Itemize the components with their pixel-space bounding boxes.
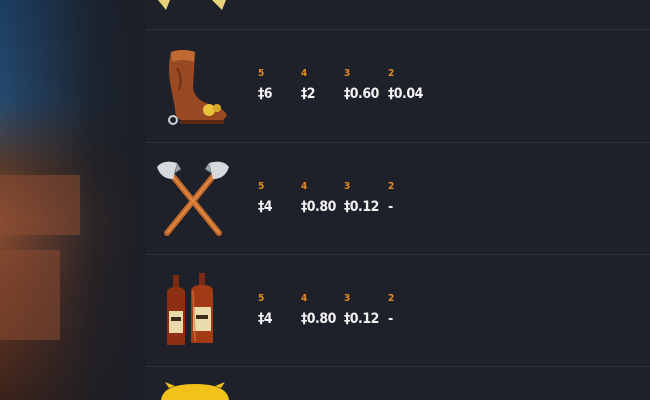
- pay-count: 2: [388, 293, 395, 304]
- canyon-rock: [0, 250, 60, 340]
- partial-symbol-top: [158, 0, 226, 10]
- paytable-row-bottles: 5 ‡4 4 ‡0.80 3 ‡0.12 2 -: [145, 255, 650, 367]
- payout-2: 2 -: [388, 293, 448, 327]
- whiskey-bottles-icon: [167, 273, 213, 345]
- payout-2: 2 -: [388, 181, 448, 215]
- pay-amount: ‡0.04: [388, 86, 423, 102]
- canyon-rock: [0, 175, 80, 235]
- row-divider: [145, 366, 650, 367]
- payout-2: 2 ‡0.04: [388, 68, 448, 102]
- cowboy-boot-icon: [168, 50, 227, 125]
- pay-amount: -: [388, 311, 393, 327]
- pay-count: 2: [388, 181, 395, 192]
- partial-symbol-bottom: [161, 382, 229, 400]
- pay-amount: -: [388, 199, 393, 215]
- paytable-row-axes: 5 ‡4 4 ‡0.80 3 ‡0.12 2 -: [145, 143, 650, 255]
- pay-count: 2: [388, 68, 395, 79]
- background-scenery: [0, 0, 145, 400]
- crossed-axes-icon: [157, 161, 229, 236]
- paytable-row-boot: 5 ‡6 4 ‡2 3 ‡0.60 2 ‡0.04: [145, 30, 650, 142]
